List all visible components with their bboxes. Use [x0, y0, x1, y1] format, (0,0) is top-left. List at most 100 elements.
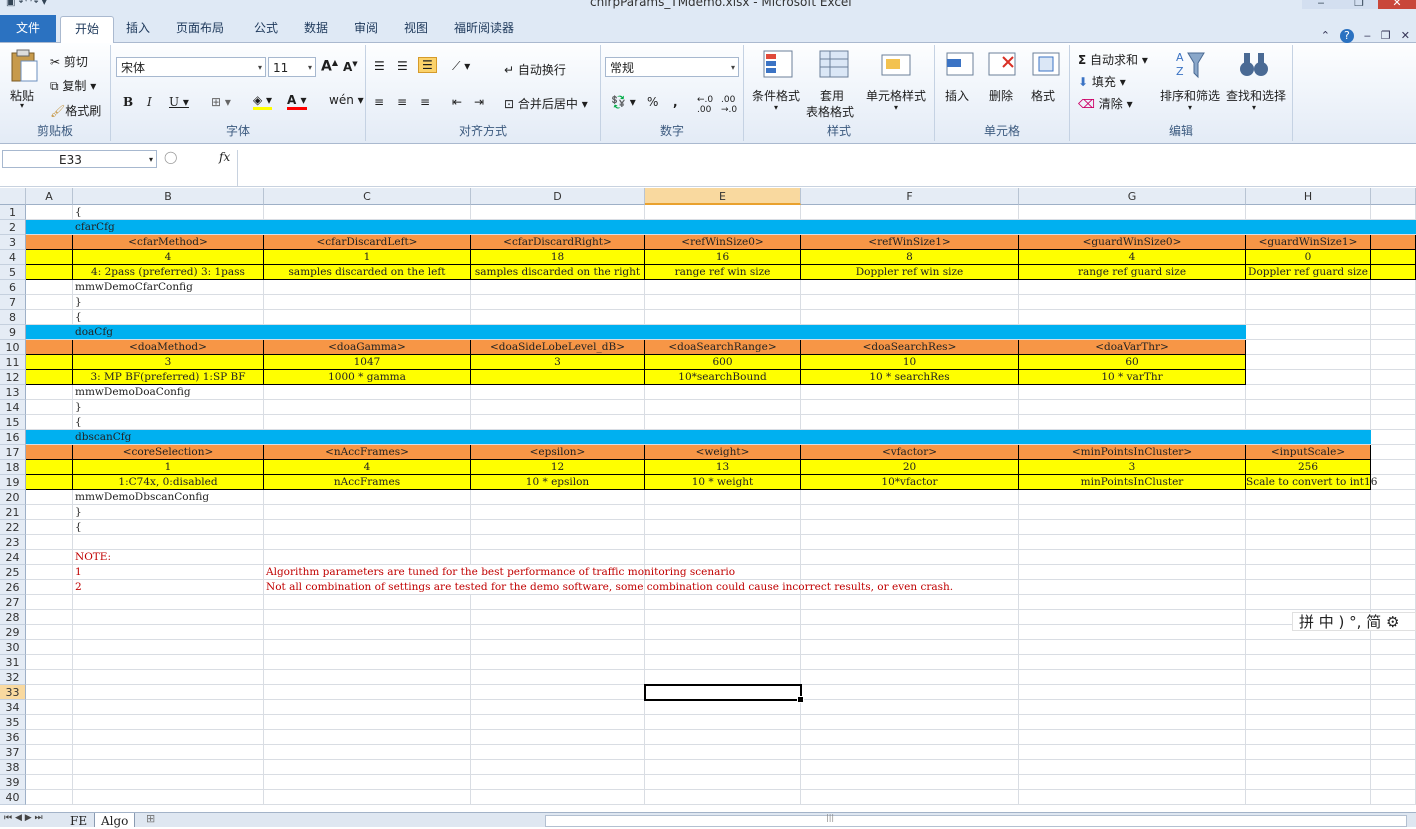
cell-B7[interactable]: }	[73, 295, 264, 310]
cell-D32[interactable]	[471, 670, 645, 685]
cell-X12[interactable]	[1371, 370, 1416, 385]
row-header-26[interactable]: 26	[0, 580, 26, 595]
cell-H2[interactable]	[1246, 220, 1371, 235]
cell-X35[interactable]	[1371, 715, 1416, 730]
cell-F36[interactable]	[801, 730, 1019, 745]
tab-6[interactable]: 视图	[396, 16, 436, 42]
format-as-table-button[interactable]: 套用 表格格式	[806, 49, 862, 119]
cell-B23[interactable]	[73, 535, 264, 550]
cell-G34[interactable]	[1019, 700, 1246, 715]
cell-G9[interactable]	[1019, 325, 1246, 340]
fill-color-icon[interactable]: ◈ ▾	[253, 93, 273, 110]
cell-D3[interactable]: <cfarDiscardRight>	[471, 235, 645, 250]
cell-F22[interactable]	[801, 520, 1019, 535]
cell-E24[interactable]	[645, 550, 801, 565]
row-header-38[interactable]: 38	[0, 760, 26, 775]
cell-G35[interactable]	[1019, 715, 1246, 730]
cell-G32[interactable]	[1019, 670, 1246, 685]
tab-2[interactable]: 页面布局	[164, 16, 236, 42]
cell-A21[interactable]	[26, 505, 73, 520]
close-workbook-icon[interactable]: ✕	[1401, 29, 1410, 43]
sort-filter-button[interactable]: AZ 排序和筛选 ▾	[1158, 49, 1222, 119]
cell-B26[interactable]: 2	[73, 580, 264, 595]
cell-X22[interactable]	[1371, 520, 1416, 535]
cell-C10[interactable]: <doaGamma>	[264, 340, 471, 355]
cell-C5[interactable]: samples discarded on the left	[264, 265, 471, 280]
cell-H36[interactable]	[1246, 730, 1371, 745]
cell-X27[interactable]	[1371, 595, 1416, 610]
percent-icon[interactable]: %	[647, 95, 658, 109]
cell-F1[interactable]	[801, 205, 1019, 220]
cell-C28[interactable]	[264, 610, 471, 625]
cell-X25[interactable]	[1371, 565, 1416, 580]
row-header-11[interactable]: 11	[0, 355, 26, 370]
conditional-format-button[interactable]: 条件格式 ▾	[750, 49, 806, 119]
cell-E32[interactable]	[645, 670, 801, 685]
cell-D14[interactable]	[471, 400, 645, 415]
cell-E10[interactable]: <doaSearchRange>	[645, 340, 801, 355]
cell-C2[interactable]	[264, 220, 471, 235]
cell-X11[interactable]	[1371, 355, 1416, 370]
new-sheet-icon[interactable]: ⊞	[146, 812, 155, 825]
align-center-icon[interactable]: ≡	[397, 95, 407, 109]
cell-A11[interactable]	[26, 355, 73, 370]
cell-E35[interactable]	[645, 715, 801, 730]
cell-C33[interactable]	[264, 685, 471, 700]
column-header-G[interactable]: G	[1019, 188, 1246, 205]
cell-X26[interactable]	[1371, 580, 1416, 595]
cell-C27[interactable]	[264, 595, 471, 610]
cell-G5[interactable]: range ref guard size	[1019, 265, 1246, 280]
cell-X1[interactable]	[1371, 205, 1416, 220]
cell-H13[interactable]	[1246, 385, 1371, 400]
cell-E34[interactable]	[645, 700, 801, 715]
row-header-34[interactable]: 34	[0, 700, 26, 715]
cell-F3[interactable]: <refWinSize1>	[801, 235, 1019, 250]
cell-F23[interactable]	[801, 535, 1019, 550]
restore-icon[interactable]: ❐	[1340, 0, 1378, 9]
cell-H3[interactable]: <guardWinSize1>	[1246, 235, 1371, 250]
cell-B18[interactable]: 1	[73, 460, 264, 475]
paste-button[interactable]: 粘贴 ▾	[6, 49, 42, 110]
cell-E15[interactable]	[645, 415, 801, 430]
cell-A6[interactable]	[26, 280, 73, 295]
row-header-16[interactable]: 16	[0, 430, 26, 445]
cell-H12[interactable]	[1246, 370, 1371, 385]
cell-F21[interactable]	[801, 505, 1019, 520]
cell-B37[interactable]	[73, 745, 264, 760]
cell-G19[interactable]: minPointsInCluster	[1019, 475, 1246, 490]
cell-X23[interactable]	[1371, 535, 1416, 550]
cell-F15[interactable]	[801, 415, 1019, 430]
cell-D27[interactable]	[471, 595, 645, 610]
align-left-icon[interactable]: ≡	[374, 95, 384, 109]
number-format-combo[interactable]: 常规 ▾	[605, 57, 739, 77]
cell-C34[interactable]	[264, 700, 471, 715]
cell-A39[interactable]	[26, 775, 73, 790]
cell-A20[interactable]	[26, 490, 73, 505]
minimize-icon[interactable]: ‒	[1302, 0, 1340, 9]
cell-B29[interactable]	[73, 625, 264, 640]
cell-D23[interactable]	[471, 535, 645, 550]
row-header-14[interactable]: 14	[0, 400, 26, 415]
cell-B19[interactable]: 1:C74x, 0:disabled	[73, 475, 264, 490]
cell-G15[interactable]	[1019, 415, 1246, 430]
cell-B39[interactable]	[73, 775, 264, 790]
cell-A33[interactable]	[26, 685, 73, 700]
cell-X39[interactable]	[1371, 775, 1416, 790]
cell-D40[interactable]	[471, 790, 645, 805]
decrease-decimal-icon[interactable]: .00 →.0	[721, 95, 737, 115]
cell-A31[interactable]	[26, 655, 73, 670]
cell-H11[interactable]	[1246, 355, 1371, 370]
cell-C39[interactable]	[264, 775, 471, 790]
cell-H34[interactable]	[1246, 700, 1371, 715]
active-cell-selection[interactable]	[644, 684, 804, 703]
cell-A36[interactable]	[26, 730, 73, 745]
cell-A40[interactable]	[26, 790, 73, 805]
cell-G26[interactable]	[1019, 580, 1246, 595]
row-header-4[interactable]: 4	[0, 250, 26, 265]
cell-X9[interactable]	[1371, 325, 1416, 340]
cell-C7[interactable]	[264, 295, 471, 310]
row-header-7[interactable]: 7	[0, 295, 26, 310]
row-header-5[interactable]: 5	[0, 265, 26, 280]
cell-H39[interactable]	[1246, 775, 1371, 790]
cell-F39[interactable]	[801, 775, 1019, 790]
